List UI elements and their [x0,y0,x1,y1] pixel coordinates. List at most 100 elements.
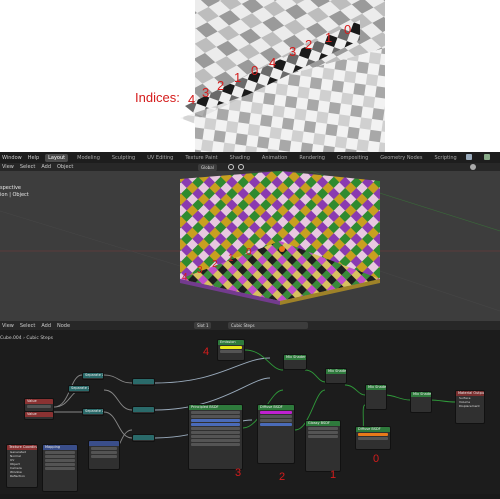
top-index-2: 2 [217,78,225,93]
mapping-type[interactable] [45,451,75,454]
node-mapping-header: Mapping [43,445,77,450]
tab-animation[interactable]: Animation [259,154,291,162]
principled-metallic[interactable] [191,427,240,430]
scene-icon[interactable] [466,154,472,160]
ne-menu-add[interactable]: Add [41,323,51,329]
tab-shading[interactable]: Shading [227,154,253,162]
node-mix2-header: Mix Shader [326,369,346,374]
orange-roughness[interactable] [358,437,388,440]
checker-field-3[interactable] [91,455,117,458]
vp-index-4: 4 [182,272,188,283]
glossy-distribution[interactable] [308,427,338,430]
checker-field-1[interactable] [91,447,117,450]
node-texture-coordinate[interactable]: Texture Coordinate Generated Normal UV O… [6,444,38,488]
vp-menu-select[interactable]: Select [20,164,35,170]
orientation-dropdown[interactable]: Global [198,164,217,171]
node-mix-shader-1[interactable]: Mix Shader [283,354,307,370]
node-emission-header: Emission [218,340,244,345]
mapping-rotation[interactable] [45,459,75,462]
ne-menu-view[interactable]: View [2,323,14,329]
node-value[interactable]: Value [24,398,54,412]
principled-base-color[interactable] [191,419,240,422]
top-index-3: 3 [202,85,210,100]
viewport-mode: ion | Object [0,192,29,198]
tab-texture-paint[interactable]: Texture Paint [182,154,220,162]
ne-menu-select[interactable]: Select [20,323,35,329]
node-material-output[interactable]: Material Output Surface Volume Displacem… [455,390,485,424]
node-diffuse-orange[interactable]: Diffuse BSDF [355,426,391,450]
mapping-location[interactable] [45,455,75,458]
proportional-icon[interactable] [238,164,244,170]
diffuse-blue[interactable] [260,423,292,426]
node-glossy[interactable]: Glossy BSDF [305,420,341,472]
menu-window[interactable]: Window [2,155,22,161]
principled-distribution[interactable] [191,411,240,414]
tab-compositing[interactable]: Compositing [334,154,371,162]
principled-subsurface-color[interactable] [191,423,240,426]
node-separate-3[interactable]: Separate XYZ [82,408,104,416]
principled-roughness[interactable] [191,435,240,438]
ne-menu-node[interactable]: Node [57,323,70,329]
node-checker[interactable] [88,440,120,470]
tab-scripting[interactable]: Scripting [431,154,459,162]
top-side-index-3: 3 [289,44,297,59]
sock-displacement[interactable]: Displacement [456,404,484,408]
vp-index-3: 3 [197,265,203,276]
node-mix1-header: Mix Shader [284,355,306,360]
tab-uv-editing[interactable]: UV Editing [144,154,176,162]
checker-field-2[interactable] [91,451,117,454]
tab-modeling[interactable]: Modeling [74,154,103,162]
glossy-roughness[interactable] [308,435,338,438]
diffuse-roughness[interactable] [260,415,292,418]
node-mix-shader-4[interactable]: Mix Shader [410,391,432,413]
tab-layout[interactable]: Layout [45,153,69,162]
snap-icon[interactable] [228,164,234,170]
principled-subsurface[interactable] [191,415,240,418]
node-emission[interactable]: Emission [217,339,245,361]
diffuse-normal[interactable] [260,419,292,422]
emission-color-swatch[interactable] [220,346,242,349]
node-separate-3-header: Separate XYZ [83,409,103,414]
material-selector[interactable]: Cubic Steps [228,322,308,329]
top-side-index-1: 1 [325,30,333,45]
diffuse-color[interactable] [260,411,292,414]
principled-specular[interactable] [191,431,240,434]
emission-strength[interactable] [220,350,242,353]
principled-clearcoat[interactable] [191,443,240,446]
node-math-1-header [133,379,154,384]
mapping-extra[interactable] [45,467,75,470]
overlay-icon[interactable] [470,164,476,170]
sock-reflection[interactable]: Reflection [7,474,37,478]
vp-menu-add[interactable]: Add [41,164,51,170]
node-math-2[interactable] [132,406,155,414]
tab-geometry-nodes[interactable]: Geometry Nodes [377,154,425,162]
node-mix-shader-3[interactable]: Mix Shader [365,384,387,410]
node-value-field[interactable] [27,405,51,408]
vp-menu-object[interactable]: Object [57,164,73,170]
node-diffuse[interactable]: Diffuse BSDF [257,404,295,464]
node-separate-2[interactable]: Separate XYZ [68,385,90,393]
render-preview [0,0,500,152]
orange-color-swatch[interactable] [358,433,388,436]
vp-menu-view[interactable]: View [2,164,14,170]
view-layer-icon[interactable] [484,154,490,160]
node-principled[interactable]: Principled BSDF [188,404,243,470]
principled-sheen[interactable] [191,439,240,442]
node-mapping[interactable]: Mapping [42,444,78,492]
node-mix-shader-2[interactable]: Mix Shader [325,368,347,384]
node-math-3[interactable] [132,434,155,442]
tab-sculpting[interactable]: Sculpting [109,154,138,162]
mapping-scale[interactable] [45,463,75,466]
menu-help[interactable]: Help [28,155,39,161]
tab-rendering[interactable]: Rendering [296,154,328,162]
node-mix4-header: Mix Shader [411,392,431,397]
node-separate-1-header: Separate XYZ [83,373,103,378]
node-index-4: 4 [203,346,210,358]
node-math-1[interactable] [132,378,155,386]
status-bar [0,494,500,499]
viewport-perspective: spective [0,185,21,191]
node-separate-1[interactable]: Separate XYZ [82,372,104,380]
glossy-color[interactable] [308,431,338,434]
slot-dropdown[interactable]: Slot 1 [194,322,212,329]
node-value-2[interactable]: Value [24,411,54,420]
